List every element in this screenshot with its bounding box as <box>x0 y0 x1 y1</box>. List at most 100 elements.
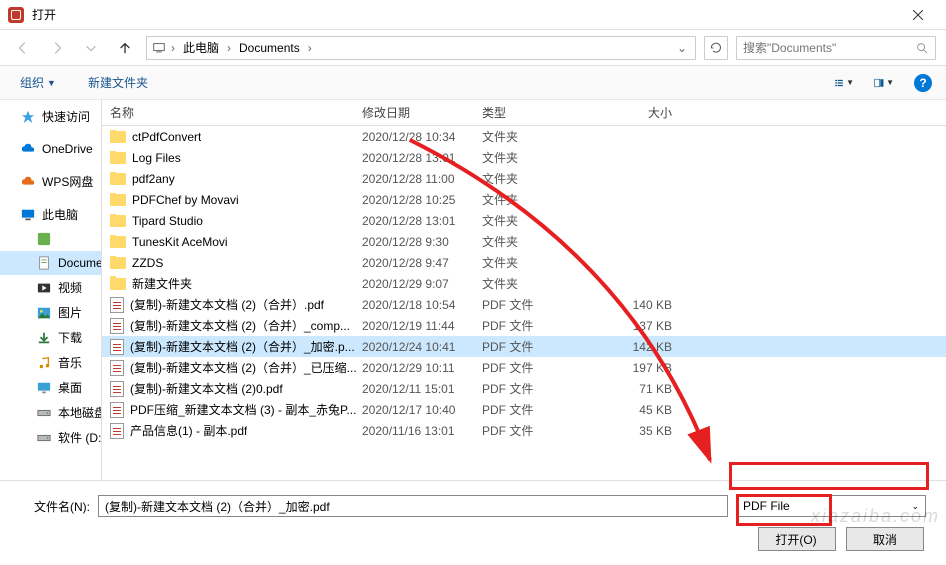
breadcrumb-separator: › <box>169 41 177 55</box>
sidebar-item-label: 音乐 <box>58 354 82 371</box>
file-size: 142 KB <box>592 340 702 354</box>
file-row[interactable]: (复制)-新建文本文档 (2)0.pdf2020/12/11 15:01PDF … <box>102 378 946 399</box>
file-date: 2020/12/28 10:34 <box>362 130 482 144</box>
sidebar-sub-item[interactable]: 软件 (D: <box>0 425 101 450</box>
view-button[interactable]: ▼ <box>834 73 854 93</box>
file-name: (复制)-新建文本文档 (2)0.pdf <box>130 380 283 397</box>
pdf-icon <box>110 339 124 355</box>
file-row[interactable]: ctPdfConvert2020/12/28 10:34文件夹 <box>102 126 946 147</box>
back-button[interactable] <box>10 35 36 61</box>
col-type[interactable]: 类型 <box>482 104 592 121</box>
cancel-button[interactable]: 取消 <box>846 527 924 551</box>
folder-icon <box>110 131 126 143</box>
download-icon <box>36 330 52 346</box>
new-folder-button[interactable]: 新建文件夹 <box>82 72 154 93</box>
file-row[interactable]: Log Files2020/12/28 13:01文件夹 <box>102 147 946 168</box>
filename-input[interactable] <box>98 495 728 517</box>
file-type: 文件夹 <box>482 149 592 166</box>
sidebar-item[interactable]: OneDrive <box>0 137 101 161</box>
sidebar-sub-item[interactable]: 视频 <box>0 275 101 300</box>
file-name: (复制)-新建文本文档 (2)（合并）_comp... <box>130 317 350 334</box>
footer: 文件名(N): PDF File ⌄ 打开(O) 取消 <box>0 480 946 565</box>
file-name: (复制)-新建文本文档 (2)（合并）_加密.p... <box>130 338 355 355</box>
sidebar-item[interactable]: WPS网盘 <box>0 169 101 194</box>
sidebar-item-label: 快速访问 <box>42 108 90 125</box>
file-name: TunesKit AceMovi <box>132 235 228 249</box>
sidebar-sub-item[interactable]: Docume <box>0 251 101 275</box>
sidebar-item-label: 图片 <box>58 304 82 321</box>
file-row[interactable]: (复制)-新建文本文档 (2)（合并）_comp... 2020/12/19 11… <box>102 315 946 336</box>
file-row[interactable]: 产品信息(1) - 副本.pdf2020/11/16 13:01PDF 文件35… <box>102 420 946 441</box>
sidebar-sub-item[interactable]: 桌面 <box>0 375 101 400</box>
col-name[interactable]: 名称 <box>102 104 362 121</box>
file-size: 45 KB <box>592 403 702 417</box>
file-name: 产品信息(1) - 副本.pdf <box>130 422 247 439</box>
filename-label: 文件名(N): <box>20 498 90 515</box>
file-name: PDFChef by Movavi <box>132 193 239 207</box>
file-type: 文件夹 <box>482 254 592 271</box>
file-row[interactable]: (复制)-新建文本文档 (2)（合并）.pdf2020/12/18 10:54P… <box>102 294 946 315</box>
up-button[interactable] <box>112 35 138 61</box>
app-icon <box>36 231 52 247</box>
help-button[interactable]: ? <box>914 74 932 92</box>
file-row[interactable]: Tipard Studio2020/12/28 13:01文件夹 <box>102 210 946 231</box>
file-name: (复制)-新建文本文档 (2)（合并）.pdf <box>130 296 324 313</box>
preview-icon <box>874 75 884 91</box>
file-row[interactable]: 新建文件夹2020/12/29 9:07文件夹 <box>102 273 946 294</box>
file-date: 2020/12/19 11:44 <box>362 319 482 333</box>
file-row[interactable]: (复制)-新建文本文档 (2)（合并）_已压缩...2020/12/29 10:… <box>102 357 946 378</box>
sidebar-sub-item[interactable]: 下载 <box>0 325 101 350</box>
arrow-up-icon <box>118 41 132 55</box>
folder-icon <box>110 236 126 248</box>
sidebar-item-label: 视频 <box>58 279 82 296</box>
refresh-icon <box>710 42 722 54</box>
recent-dropdown[interactable] <box>78 35 104 61</box>
search-icon <box>915 41 929 55</box>
sidebar-sub-item[interactable]: 音乐 <box>0 350 101 375</box>
refresh-button[interactable] <box>704 36 728 60</box>
file-row[interactable]: ZZDS2020/12/28 9:47文件夹 <box>102 252 946 273</box>
sidebar-item[interactable]: 快速访问 <box>0 104 101 129</box>
organize-button[interactable]: 组织 ▼ <box>14 72 62 93</box>
video-icon <box>36 280 52 296</box>
breadcrumb-root[interactable]: 此电脑 <box>179 37 223 58</box>
file-row[interactable]: PDF压缩_新建文本文档 (3) - 副本_赤兔P...2020/12/17 1… <box>102 399 946 420</box>
file-date: 2020/11/16 13:01 <box>362 424 482 438</box>
file-size: 137 KB <box>592 319 702 333</box>
sidebar-item-label: 桌面 <box>58 379 82 396</box>
music-icon <box>36 355 52 371</box>
list-icon <box>834 75 844 91</box>
col-size[interactable]: 大小 <box>592 104 702 121</box>
file-row[interactable]: (复制)-新建文本文档 (2)（合并）_加密.p...2020/12/24 10… <box>102 336 946 357</box>
file-row[interactable]: TunesKit AceMovi2020/12/28 9:30文件夹 <box>102 231 946 252</box>
folder-icon <box>110 194 126 206</box>
file-type: PDF 文件 <box>482 338 592 355</box>
search-input[interactable] <box>743 41 915 55</box>
watermark: xiazaiba.com <box>811 506 940 527</box>
sidebar-sub-item[interactable]: 图片 <box>0 300 101 325</box>
file-date: 2020/12/18 10:54 <box>362 298 482 312</box>
close-button[interactable] <box>898 0 938 30</box>
sidebar-sub-item[interactable] <box>0 227 101 251</box>
file-date: 2020/12/28 13:01 <box>362 151 482 165</box>
breadcrumb-folder[interactable]: Documents <box>235 39 304 57</box>
cloud-icon <box>20 141 36 157</box>
sidebar-item[interactable]: 此电脑 <box>0 202 101 227</box>
arrow-left-icon <box>16 41 30 55</box>
preview-button[interactable]: ▼ <box>874 73 894 93</box>
sidebar-sub-item[interactable]: 本地磁盘 <box>0 400 101 425</box>
filetype-label: PDF File <box>743 499 790 513</box>
breadcrumb-dropdown[interactable]: ⌄ <box>673 41 691 55</box>
breadcrumb[interactable]: › 此电脑 › Documents › ⌄ <box>146 36 696 60</box>
open-button[interactable]: 打开(O) <box>758 527 836 551</box>
col-date[interactable]: 修改日期 <box>362 104 482 121</box>
forward-button[interactable] <box>44 35 70 61</box>
folder-icon <box>110 173 126 185</box>
file-row[interactable]: PDFChef by Movavi2020/12/28 10:25文件夹 <box>102 189 946 210</box>
pdf-icon <box>110 423 124 439</box>
file-row[interactable]: pdf2any2020/12/28 11:00文件夹 <box>102 168 946 189</box>
file-name: PDF压缩_新建文本文档 (3) - 副本_赤兔P... <box>130 401 356 418</box>
monitor-icon <box>20 207 36 223</box>
file-size: 197 KB <box>592 361 702 375</box>
search-box[interactable] <box>736 36 936 60</box>
